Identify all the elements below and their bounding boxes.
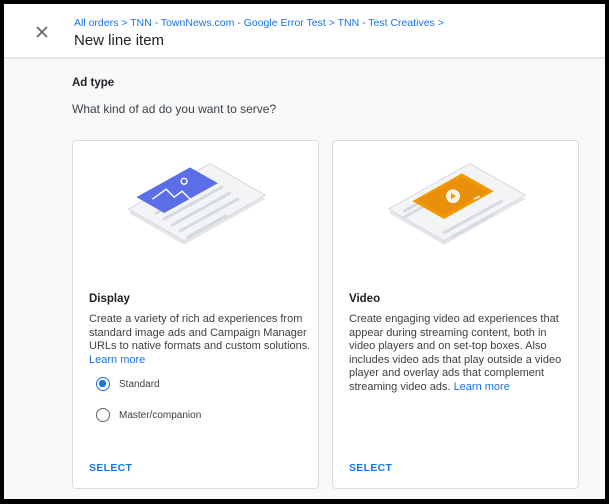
- window-frame: [0, 0, 609, 504]
